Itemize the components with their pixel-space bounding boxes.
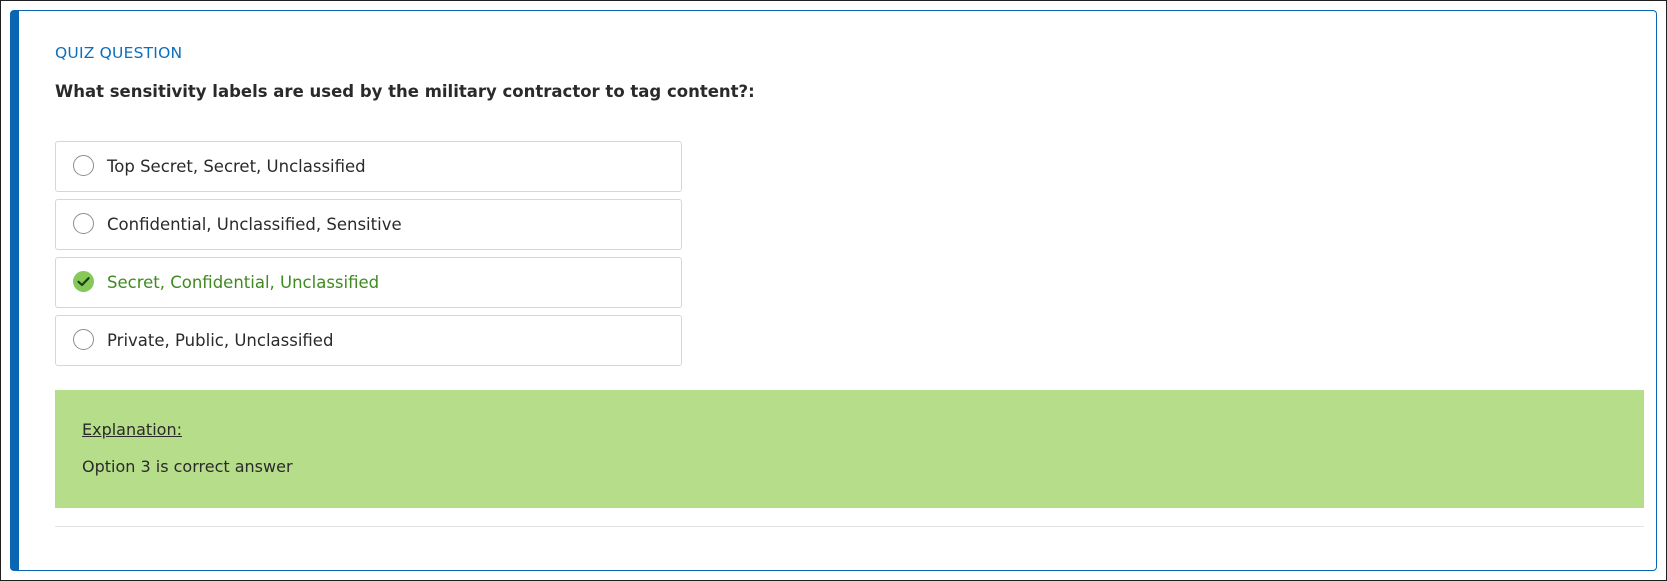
question-text: What sensitivity labels are used by the … bbox=[55, 82, 755, 101]
explanation-panel: Explanation: Option 3 is correct answer bbox=[55, 390, 1644, 508]
radio-circle-icon[interactable] bbox=[73, 155, 94, 176]
answer-options: Top Secret, Secret, Unclassified Confide… bbox=[55, 141, 682, 373]
divider bbox=[55, 526, 1644, 527]
answer-option-4[interactable]: Private, Public, Unclassified bbox=[55, 315, 682, 366]
answer-option-2[interactable]: Confidential, Unclassified, Sensitive bbox=[55, 199, 682, 250]
quiz-card: QUIZ QUESTION What sensitivity labels ar… bbox=[10, 10, 1657, 571]
answer-option-label: Confidential, Unclassified, Sensitive bbox=[107, 215, 402, 234]
quiz-section-title: QUIZ QUESTION bbox=[55, 44, 183, 62]
answer-option-1[interactable]: Top Secret, Secret, Unclassified bbox=[55, 141, 682, 192]
radio-circle-icon[interactable] bbox=[73, 213, 94, 234]
explanation-heading: Explanation: bbox=[82, 420, 182, 439]
answer-option-label: Secret, Confidential, Unclassified bbox=[107, 273, 380, 292]
check-circle-icon[interactable] bbox=[73, 271, 94, 292]
answer-option-3[interactable]: Secret, Confidential, Unclassified bbox=[55, 257, 682, 308]
window-frame: QUIZ QUESTION What sensitivity labels ar… bbox=[0, 0, 1667, 581]
explanation-text: Option 3 is correct answer bbox=[82, 457, 293, 476]
radio-circle-icon[interactable] bbox=[73, 329, 94, 350]
answer-option-label: Private, Public, Unclassified bbox=[107, 331, 334, 350]
answer-option-label: Top Secret, Secret, Unclassified bbox=[107, 157, 366, 176]
